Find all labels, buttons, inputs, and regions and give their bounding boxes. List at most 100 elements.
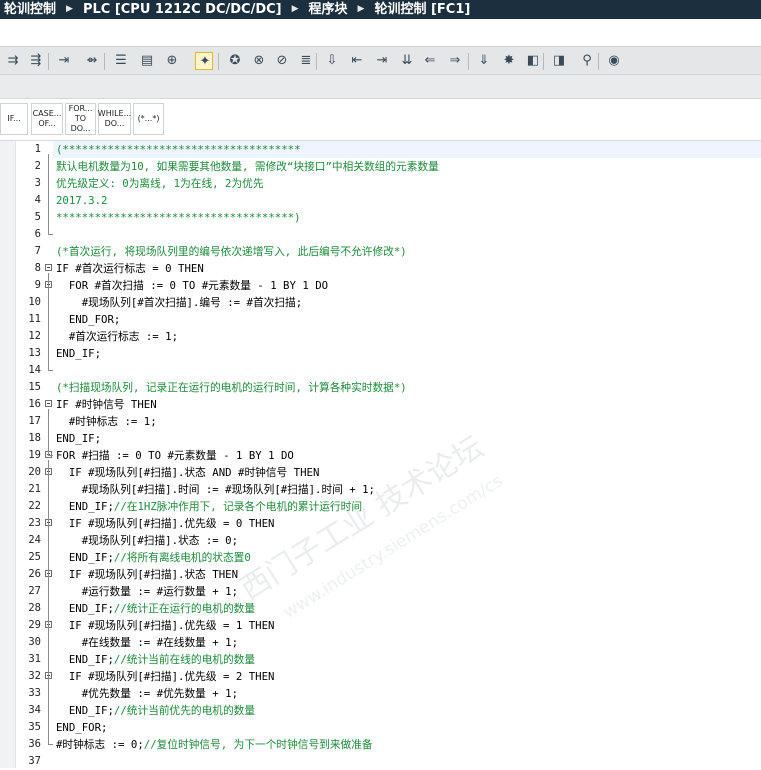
editor-toolbar: ⇉ ⇶ ⇥ ⇴ ☰ ▤ ⊕ ✦ ✪ ⊗ ⊘ ≣ ⇩ ⇤ ⇥ ⇊ ⇐ ⇒ ⇓ ✸ ◧ ◨ ⚲ ◉ <box>0 46 761 75</box>
code-line[interactable]: 1 (************************************* <box>0 141 761 158</box>
bookmark-button[interactable]: ⇓ <box>475 52 493 70</box>
code-line[interactable]: 17 #时钟标志 := 1; <box>0 413 761 430</box>
line-number: 9 <box>34 279 41 291</box>
breadcrumb-item[interactable]: 程序块 <box>305 0 348 19</box>
code-line[interactable]: 7 (*首次运行, 将现场队列里的编号依次递增写入, 此后编号不允许修改*) <box>0 243 761 260</box>
absolute-operand-icon: ✪ <box>229 53 241 68</box>
snippet-label: IF... <box>7 114 21 123</box>
breadcrumb-item[interactable]: 轮训控制 <box>0 0 56 19</box>
code-line[interactable]: 20 IF #现场队列[#扫描].状态 AND #时钟信号 THEN <box>0 464 761 481</box>
code-line[interactable]: 21 #现场队列[#扫描].时间 := #现场队列[#扫描].时间 + 1; <box>0 481 761 498</box>
code-text: END_IF;//统计当前在线的电机的数量 <box>56 653 256 666</box>
snippet-button[interactable]: FOR... TO DO... <box>65 103 96 135</box>
code-line[interactable]: 19 FOR #扫描 := 0 TO #元素数量 - 1 BY 1 DO <box>0 447 761 464</box>
toggle-button[interactable]: ✦ <box>195 52 213 70</box>
comment-button[interactable]: ⇐ <box>421 52 439 70</box>
code-text: IF #现场队列[#扫描].状态 AND #时钟信号 THEN <box>56 466 320 479</box>
code-line[interactable]: 34 END_IF;//统计当前优先的电机的数量 <box>0 702 761 719</box>
line-number: 17 <box>28 415 41 427</box>
code-line[interactable]: 3 优先级定义: 0为离线, 1为在线, 2为优先 <box>0 175 761 192</box>
code-line[interactable]: 25 END_IF;//将所有离线电机的状态置0 <box>0 549 761 566</box>
insert-network-button[interactable]: ⇉ <box>4 52 22 70</box>
absolute-operand-button[interactable]: ✪ <box>226 52 244 70</box>
code-line[interactable]: 22 END_IF;//在1HZ脉冲作用下, 记录各个电机的累计运行时间 <box>0 498 761 515</box>
code-line[interactable]: 14 <box>0 362 761 379</box>
code-line[interactable]: 16 IF #时钟信号 THEN <box>0 396 761 413</box>
code-line[interactable]: 37 <box>0 753 761 770</box>
next-bookmark-button[interactable]: ◧ <box>524 52 542 70</box>
line-number: 37 <box>28 755 41 767</box>
code-line[interactable]: 26 IF #现场队列[#扫描].状态 THEN <box>0 566 761 583</box>
code-line[interactable]: 2 默认电机数量为10, 如果需要其他数量, 需修改“块接口”中相关数组的元素数量 <box>0 158 761 175</box>
code-line[interactable]: 33 #优先数量 := #优先数量 + 1; <box>0 685 761 702</box>
code-text: *************************************) <box>56 211 301 224</box>
code-line[interactable]: 15 (*扫描现场队列, 记录正在运行的电机的运行时间, 计算各种实时数据*) <box>0 379 761 396</box>
code-line[interactable]: 30 #在线数量 := #在线数量 + 1; <box>0 634 761 651</box>
code-text: #在线数量 := #在线数量 + 1; <box>56 636 239 649</box>
snippet-button[interactable]: WHILE... DO... <box>98 103 131 135</box>
code-line[interactable]: 6 <box>0 226 761 243</box>
snippet-button[interactable]: CASE... OF... <box>31 103 63 135</box>
code-line[interactable]: 32 IF #现场队列[#扫描].优先级 = 2 THEN <box>0 668 761 685</box>
jump-button[interactable]: ⇥ <box>55 52 73 70</box>
code-line[interactable]: 9 FOR #首次扫描 := 0 TO #元素数量 - 1 BY 1 DO <box>0 277 761 294</box>
code-line[interactable]: 36 #时钟标志 := 0;//复位时钟信号, 为下一个时钟信号到来做准备 <box>0 736 761 753</box>
code-line[interactable]: 28 END_IF;//统计正在运行的电机的数量 <box>0 600 761 617</box>
collapse-icon[interactable] <box>45 264 52 271</box>
code-line[interactable]: 31 END_IF;//统计当前在线的电机的数量 <box>0 651 761 668</box>
breadcrumb-item[interactable]: 轮训控制 [FC1] <box>370 0 470 19</box>
breadcrumb-item[interactable]: PLC [CPU 1212C DC/DC/DC] <box>79 0 282 19</box>
monitor-button[interactable]: ⊕ <box>163 52 181 70</box>
code-line[interactable]: 35 END_FOR; <box>0 719 761 736</box>
snippet-button[interactable]: (*...*) <box>133 103 164 135</box>
code-text: IF #现场队列[#扫描].优先级 = 2 THEN <box>56 670 275 683</box>
scl-code-editor[interactable]: 西门子工业 技术论坛 www.industry.siemens.com/cs 1… <box>0 141 761 768</box>
uncomment-button[interactable]: ⇒ <box>446 52 464 70</box>
code-line[interactable]: 29 IF #现场队列[#扫描].优先级 = 1 THEN <box>0 617 761 634</box>
code-text: END_IF; <box>56 432 102 445</box>
download-button[interactable]: ⇩ <box>323 52 341 70</box>
delete-network-button[interactable]: ⇶ <box>27 52 45 70</box>
line-number: 14 <box>28 364 41 376</box>
block-call-button[interactable]: ⊗ <box>250 52 268 70</box>
indent-increase-button[interactable]: ⇤ <box>348 52 366 70</box>
code-line[interactable]: 12 #首次运行标志 := 1; <box>0 328 761 345</box>
list-button[interactable]: ▤ <box>138 52 156 70</box>
line-number: 3 <box>34 177 41 189</box>
settings-icon: ◉ <box>608 53 620 68</box>
code-text: (************************************* <box>56 143 301 156</box>
comment-icon: ⇐ <box>424 53 436 68</box>
inline-comment: //将所有离线电机的状态置0 <box>113 551 251 564</box>
prev-bookmark-button[interactable]: ✸ <box>500 52 518 70</box>
indent-decrease-button[interactable]: ⇥ <box>373 52 391 70</box>
line-number: 32 <box>28 670 41 682</box>
jump-end-icon: ⇴ <box>86 53 98 68</box>
align-left-button[interactable]: ☰ <box>112 52 130 70</box>
code-text: #运行数量 := #运行数量 + 1; <box>56 585 239 598</box>
code-line[interactable]: 11 END_FOR; <box>0 311 761 328</box>
snippet-label: CASE... <box>32 109 62 118</box>
fold-guide <box>48 409 49 455</box>
code-line[interactable]: 8 IF #首次运行标志 = 0 THEN <box>0 260 761 277</box>
collapse-icon[interactable] <box>45 400 52 407</box>
code-text: END_IF;//统计正在运行的电机的数量 <box>56 602 256 615</box>
list-view-button[interactable]: ≣ <box>297 52 315 70</box>
watch-button[interactable]: ⚲ <box>578 52 596 70</box>
settings-button[interactable]: ◉ <box>605 52 623 70</box>
code-text: #现场队列[#扫描].时间 := #现场队列[#扫描].时间 + 1; <box>56 483 375 496</box>
code-line[interactable]: 10 #现场队列[#首次扫描].编号 := #首次扫描; <box>0 294 761 311</box>
code-line[interactable]: 24 #现场队列[#扫描].状态 := 0; <box>0 532 761 549</box>
find-button[interactable]: ◨ <box>550 52 568 70</box>
code-line[interactable]: 23 IF #现场队列[#扫描].优先级 = 0 THEN <box>0 515 761 532</box>
snippet-button[interactable]: IF... <box>0 103 28 135</box>
breadcrumb-separator-icon: ▶ <box>357 4 365 14</box>
code-line[interactable]: 27 #运行数量 := #运行数量 + 1; <box>0 583 761 600</box>
code-text: (*首次运行, 将现场队列里的编号依次递增写入, 此后编号不允许修改*) <box>56 245 407 258</box>
code-line[interactable]: 4 2017.3.2 <box>0 192 761 209</box>
jump-end-button[interactable]: ⇴ <box>83 52 101 70</box>
align-button[interactable]: ⇊ <box>398 52 416 70</box>
code-line[interactable]: 5 *************************************) <box>0 209 761 226</box>
declaration-button[interactable]: ⊘ <box>273 52 291 70</box>
code-line[interactable]: 13 END_IF; <box>0 345 761 362</box>
code-line[interactable]: 18 END_IF; <box>0 430 761 447</box>
